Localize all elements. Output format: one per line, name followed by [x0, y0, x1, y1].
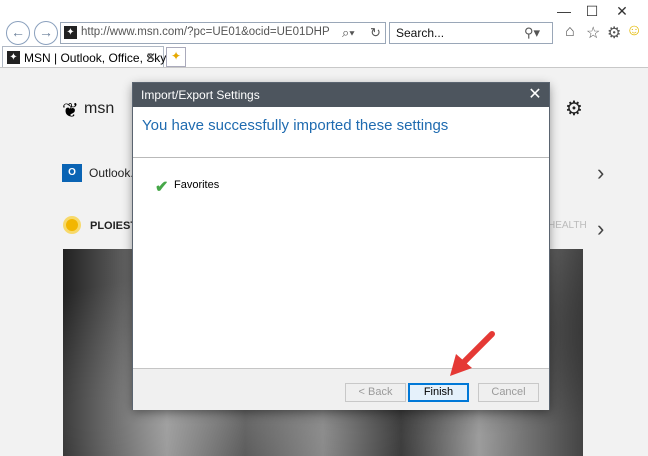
- red-arrow-annotation-icon: [450, 331, 495, 376]
- close-icon: ✕: [528, 86, 542, 103]
- cancel-button[interactable]: Cancel: [478, 383, 539, 402]
- msn-tab-favicon-icon: ✦: [7, 51, 20, 64]
- msn-favicon-icon: ✦: [64, 26, 77, 39]
- dialog-titlebar: Import/Export Settings ✕: [133, 83, 549, 107]
- page-settings-gear-icon[interactable]: ⚙: [565, 96, 583, 121]
- search-input[interactable]: Search...: [396, 26, 444, 40]
- health-nav-label[interactable]: HEALTH: [548, 220, 587, 231]
- search-icon[interactable]: ⚲▾: [524, 25, 540, 41]
- finish-button[interactable]: Finish: [408, 383, 469, 402]
- imported-item-favorites: Favorites: [174, 179, 220, 191]
- back-button[interactable]: < Back: [345, 383, 406, 402]
- outlook-icon[interactable]: O: [62, 164, 82, 182]
- smiley-icon[interactable]: ☺: [626, 22, 642, 40]
- chevron-right-icon[interactable]: ›: [597, 216, 604, 242]
- gear-icon[interactable]: ⚙: [607, 23, 621, 43]
- address-bar[interactable]: ✦ http://www.msn.com/?pc=UE01&ocid=UE01D…: [60, 22, 386, 44]
- forward-nav-button[interactable]: →: [34, 21, 58, 45]
- browser-tab[interactable]: ✦ MSN | Outlook, Office, Sky... ✕: [2, 46, 175, 69]
- address-text[interactable]: http://www.msn.com/?pc=UE01&ocid=UE01DHP: [81, 26, 330, 38]
- dialog-close-button[interactable]: ✕: [521, 83, 549, 107]
- sun-weather-icon: [66, 219, 78, 231]
- star-icon[interactable]: ☆: [586, 23, 600, 43]
- refresh-icon[interactable]: ↻: [370, 25, 381, 41]
- msn-butterfly-icon: ❦: [62, 100, 79, 122]
- msn-logo[interactable]: msn: [84, 100, 114, 118]
- home-icon[interactable]: ⌂: [565, 23, 575, 41]
- dialog-heading: You have successfully imported these set…: [142, 117, 449, 134]
- back-arrow-icon: ←: [11, 24, 25, 40]
- minimize-button[interactable]: —: [550, 2, 578, 20]
- dialog-title: Import/Export Settings: [141, 88, 260, 102]
- dialog-divider: [133, 157, 549, 158]
- new-tab-icon: ✦: [171, 49, 182, 63]
- tab-close-icon[interactable]: ✕: [146, 50, 156, 64]
- checkmark-icon: ✔: [155, 179, 169, 196]
- search-dropdown-icon[interactable]: ⌕▾: [342, 25, 355, 41]
- search-box[interactable]: Search... ⚲▾: [389, 22, 553, 44]
- forward-arrow-icon: →: [39, 24, 53, 40]
- maximize-button[interactable]: ☐: [578, 2, 606, 20]
- back-nav-button[interactable]: ←: [6, 21, 30, 45]
- browser-chrome: — ☐ ✕ ← → ✦ http://www.msn.com/?pc=UE01&…: [0, 0, 648, 69]
- chevron-right-icon[interactable]: ›: [597, 160, 604, 186]
- close-window-button[interactable]: ✕: [608, 2, 636, 20]
- new-tab-button[interactable]: ✦: [166, 47, 186, 67]
